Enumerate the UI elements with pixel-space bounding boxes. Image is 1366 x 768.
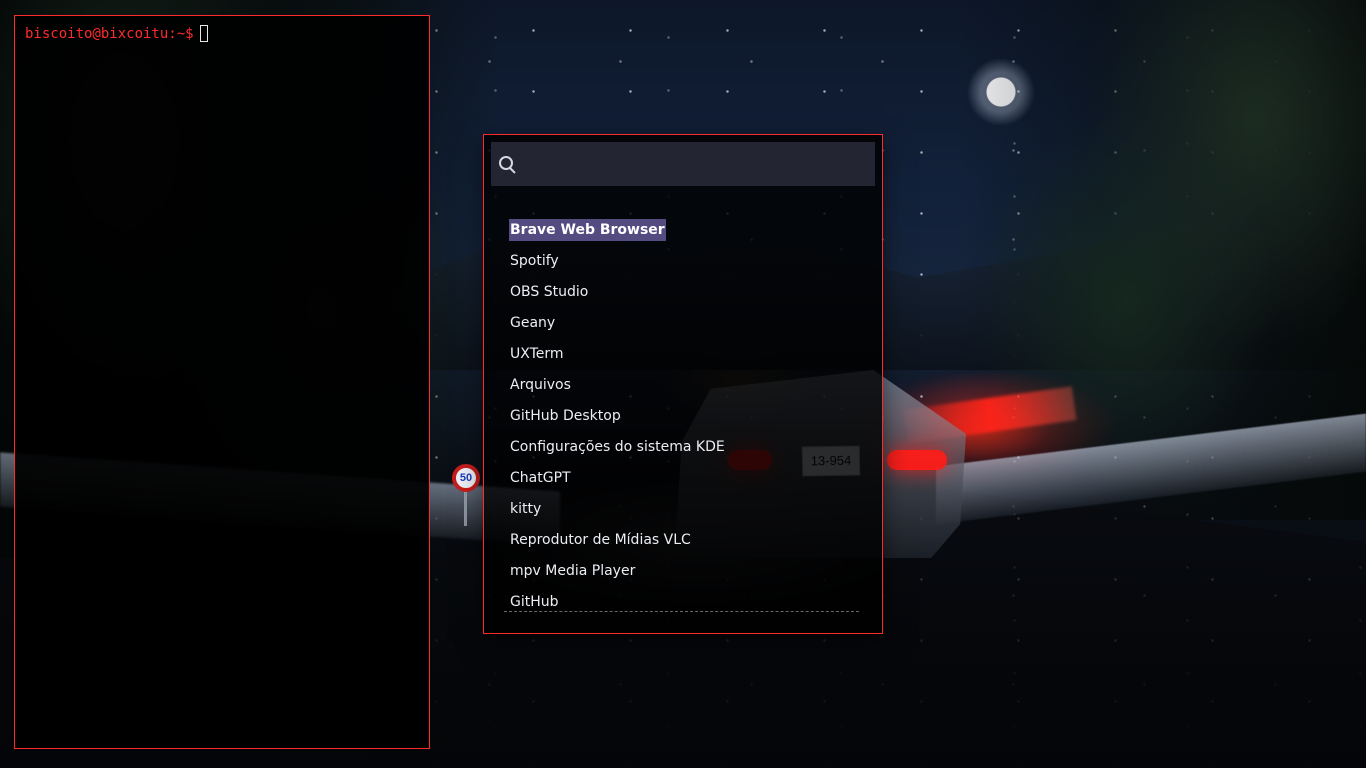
- terminal-window[interactable]: biscoito@bixcoitu:~$: [14, 15, 430, 749]
- app-label: GitHub: [510, 594, 559, 610]
- app-item-chatgpt[interactable]: ChatGPT: [509, 467, 859, 498]
- app-label: GitHub Desktop: [510, 408, 621, 424]
- search-icon: [497, 154, 517, 174]
- terminal-prompt: biscoito@bixcoitu:~$: [25, 25, 194, 42]
- app-item-kde-system-settings[interactable]: Configurações do sistema KDE: [509, 436, 859, 467]
- app-label: UXTerm: [510, 346, 564, 362]
- app-item-mpv-media-player[interactable]: mpv Media Player: [509, 560, 859, 591]
- app-launcher: Brave Web Browser Spotify OBS Studio Gea…: [483, 134, 883, 634]
- app-item-uxterm[interactable]: UXTerm: [509, 343, 859, 374]
- app-item-geany[interactable]: Geany: [509, 312, 859, 343]
- app-label: Geany: [510, 315, 556, 331]
- app-item-obs-studio[interactable]: OBS Studio: [509, 281, 859, 312]
- app-label: Spotify: [510, 253, 559, 269]
- app-label: OBS Studio: [510, 284, 589, 300]
- app-label: kitty: [510, 501, 542, 517]
- list-end-divider: [504, 611, 859, 612]
- app-label: Configurações do sistema KDE: [510, 439, 725, 455]
- app-item-arquivos[interactable]: Arquivos: [509, 374, 859, 405]
- desktop: 13-954 50 biscoito@bixcoitu:~$ Brave Web…: [0, 0, 1366, 768]
- app-item-github[interactable]: GitHub: [509, 591, 859, 622]
- app-label: Arquivos: [510, 377, 571, 393]
- right-taillight: [887, 450, 947, 470]
- app-item-github-desktop[interactable]: GitHub Desktop: [509, 405, 859, 436]
- terminal-prompt-line: biscoito@bixcoitu:~$: [25, 25, 429, 42]
- app-list: Brave Web Browser Spotify OBS Studio Gea…: [509, 219, 859, 622]
- speed-limit-sign: 50: [452, 464, 480, 492]
- search-bar[interactable]: [491, 142, 875, 186]
- app-item-kitty[interactable]: kitty: [509, 498, 859, 529]
- terminal-cursor: [199, 25, 208, 42]
- app-label: ChatGPT: [510, 470, 571, 486]
- search-input[interactable]: [525, 149, 869, 179]
- app-item-spotify[interactable]: Spotify: [509, 250, 859, 281]
- app-item-vlc-media-player[interactable]: Reprodutor de Mídias VLC: [509, 529, 859, 560]
- app-label: Brave Web Browser: [509, 219, 666, 241]
- app-label: Reprodutor de Mídias VLC: [510, 532, 691, 548]
- speed-sign-pole: [464, 488, 467, 526]
- app-item-brave-web-browser[interactable]: Brave Web Browser: [509, 219, 859, 250]
- app-label: mpv Media Player: [510, 563, 636, 579]
